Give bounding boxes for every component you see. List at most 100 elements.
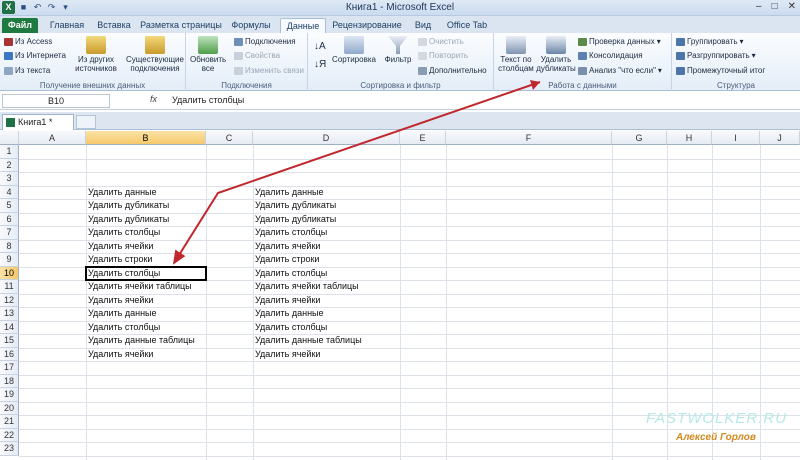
tab-office-tab[interactable]: Office Tab (442, 18, 492, 33)
row-header-12[interactable]: 12 (0, 293, 19, 307)
cell-B11[interactable]: Удалить ячейки таблицы (86, 280, 206, 294)
cell-B8[interactable]: Удалить ячейки (86, 240, 206, 254)
from-access-button[interactable]: Из Access (4, 37, 52, 46)
cell-B15[interactable]: Удалить данные таблицы (86, 334, 206, 348)
row-header-2[interactable]: 2 (0, 158, 19, 172)
cell-B4[interactable]: Удалить данные (86, 186, 206, 200)
select-all-corner[interactable] (0, 131, 19, 145)
row-header-5[interactable]: 5 (0, 199, 19, 213)
tab-file[interactable]: Файл (2, 18, 38, 33)
cell-B5[interactable]: Удалить дубликаты (86, 199, 206, 213)
filter-button[interactable]: Фильтр (382, 36, 414, 64)
cell-B14[interactable]: Удалить столбцы (86, 321, 206, 335)
from-web-button[interactable]: Из Интернета (4, 51, 66, 60)
cell-D4[interactable]: Удалить данные (253, 186, 400, 200)
cell-D7[interactable]: Удалить столбцы (253, 226, 400, 240)
group-button[interactable]: Группировать ▾ (676, 37, 744, 46)
column-header-G[interactable]: G (612, 131, 667, 145)
cell-B13[interactable]: Удалить данные (86, 307, 206, 321)
column-header-B[interactable]: B (86, 131, 206, 145)
row-header-17[interactable]: 17 (0, 361, 19, 375)
tab-view[interactable]: Вид (408, 18, 438, 33)
name-box[interactable]: B10 (2, 94, 110, 108)
row-header-19[interactable]: 19 (0, 388, 19, 402)
cell-D15[interactable]: Удалить данные таблицы (253, 334, 400, 348)
sort-za-icon[interactable]: ↓Я (314, 59, 326, 70)
formula-input[interactable]: Удалить столбцы (172, 95, 244, 105)
row-header-23[interactable]: 23 (0, 442, 19, 456)
tab-page-layout[interactable]: Разметка страницы (138, 18, 224, 33)
edit-links-button[interactable]: Изменить связи (234, 66, 304, 75)
tab-home[interactable]: Главная (42, 18, 92, 33)
column-header-H[interactable]: H (667, 131, 712, 145)
cell-B9[interactable]: Удалить строки (86, 253, 206, 267)
existing-connections-button[interactable]: Существующие подключения (126, 36, 184, 73)
tab-review[interactable]: Рецензирование (330, 18, 404, 33)
sort-az-icon[interactable]: ↓A (314, 41, 326, 52)
text-to-columns-button[interactable]: Текст по столбцам (496, 36, 536, 73)
row-header-9[interactable]: 9 (0, 253, 19, 267)
cell-D10[interactable]: Удалить столбцы (253, 267, 400, 281)
cell-D11[interactable]: Удалить ячейки таблицы (253, 280, 400, 294)
row-header-3[interactable]: 3 (0, 172, 19, 186)
cell-B16[interactable]: Удалить ячейки (86, 348, 206, 362)
sort-button[interactable]: Сортировка (330, 36, 378, 64)
cell-D9[interactable]: Удалить строки (253, 253, 400, 267)
column-header-A[interactable]: A (19, 131, 86, 145)
insert-function-icon[interactable]: fx (150, 94, 157, 104)
minimize-button[interactable]: – (756, 1, 762, 12)
cell-D13[interactable]: Удалить данные (253, 307, 400, 321)
close-button[interactable]: ✕ (788, 1, 796, 12)
cell-B7[interactable]: Удалить столбцы (86, 226, 206, 240)
clear-filter-button[interactable]: Очистить (418, 37, 464, 46)
cell-D12[interactable]: Удалить ячейки (253, 294, 400, 308)
row-header-14[interactable]: 14 (0, 320, 19, 334)
column-header-F[interactable]: F (446, 131, 612, 145)
column-header-I[interactable]: I (712, 131, 760, 145)
cell-D14[interactable]: Удалить столбцы (253, 321, 400, 335)
column-header-J[interactable]: J (760, 131, 800, 145)
row-header-10[interactable]: 10 (0, 266, 19, 280)
row-header-4[interactable]: 4 (0, 185, 19, 199)
row-header-1[interactable]: 1 (0, 145, 19, 159)
column-header-E[interactable]: E (400, 131, 446, 145)
row-header-8[interactable]: 8 (0, 239, 19, 253)
connections-button[interactable]: Подключения (234, 37, 296, 46)
ungroup-button[interactable]: Разгруппировать ▾ (676, 51, 756, 60)
consolidate-button[interactable]: Консолидация (578, 51, 643, 60)
row-header-13[interactable]: 13 (0, 307, 19, 321)
from-other-sources-button[interactable]: Из других источников (70, 36, 122, 73)
what-if-button[interactable]: Анализ "что если" ▾ (578, 66, 662, 75)
row-header-21[interactable]: 21 (0, 415, 19, 429)
reapply-button[interactable]: Повторить (418, 51, 468, 60)
column-header-C[interactable]: C (206, 131, 253, 145)
cell-D8[interactable]: Удалить ячейки (253, 240, 400, 254)
tab-formulas[interactable]: Формулы (226, 18, 276, 33)
row-header-6[interactable]: 6 (0, 212, 19, 226)
column-header-D[interactable]: D (253, 131, 400, 145)
row-header-20[interactable]: 20 (0, 401, 19, 415)
cell-D16[interactable]: Удалить ячейки (253, 348, 400, 362)
from-text-button[interactable]: Из текста (4, 66, 50, 75)
row-header-22[interactable]: 22 (0, 428, 19, 442)
row-header-11[interactable]: 11 (0, 280, 19, 294)
cell-B12[interactable]: Удалить ячейки (86, 294, 206, 308)
cell-D5[interactable]: Удалить дубликаты (253, 199, 400, 213)
properties-button[interactable]: Свойства (234, 51, 280, 60)
row-header-7[interactable]: 7 (0, 226, 19, 240)
row-header-15[interactable]: 15 (0, 334, 19, 348)
advanced-filter-button[interactable]: Дополнительно (418, 66, 487, 75)
workbook-tab[interactable]: Книга1 * (2, 114, 74, 130)
row-header-18[interactable]: 18 (0, 374, 19, 388)
maximize-button[interactable]: □ (772, 1, 778, 12)
data-validation-button[interactable]: Проверка данных ▾ (578, 37, 661, 46)
cell-D6[interactable]: Удалить дубликаты (253, 213, 400, 227)
subtotal-button[interactable]: Промежуточный итог (676, 66, 765, 75)
cell-B10[interactable]: Удалить столбцы (86, 267, 206, 281)
remove-duplicates-button[interactable]: Удалить дубликаты (536, 36, 576, 73)
tab-insert[interactable]: Вставка (92, 18, 136, 33)
new-tab-button[interactable] (76, 115, 96, 129)
cell-B6[interactable]: Удалить дубликаты (86, 213, 206, 227)
row-header-16[interactable]: 16 (0, 347, 19, 361)
refresh-all-button[interactable]: Обновить все (190, 36, 226, 73)
